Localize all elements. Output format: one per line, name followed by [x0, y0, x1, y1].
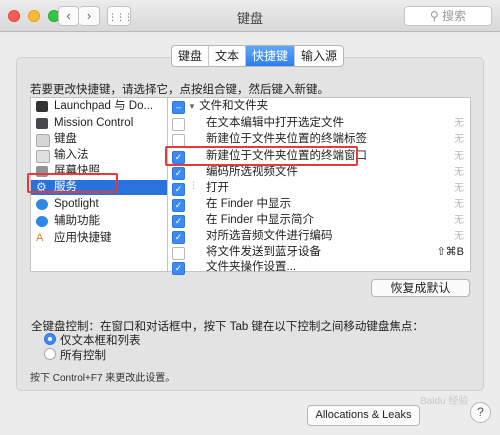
- highlight-box-services: [27, 173, 118, 193]
- disclosure-triangle-icon[interactable]: ▼: [188, 102, 196, 111]
- service-row[interactable]: ✓ 打开 无: [168, 181, 470, 196]
- tab-keyboard[interactable]: 键盘: [172, 46, 210, 66]
- service-checkbox[interactable]: ✓: [172, 167, 185, 180]
- magnifier-icon: ⚲: [429, 9, 439, 23]
- service-checkbox[interactable]: ✓: [172, 183, 185, 196]
- help-button[interactable]: ?: [470, 402, 491, 423]
- search-input[interactable]: ⚲ 搜索: [404, 6, 492, 26]
- category-label: 应用快捷键: [54, 232, 112, 244]
- radio-label: 所有控制: [60, 350, 106, 362]
- category-label: 辅助功能: [54, 215, 100, 227]
- service-checkbox[interactable]: ✓: [172, 231, 185, 244]
- service-checkbox[interactable]: [172, 118, 185, 131]
- service-checkbox[interactable]: [172, 247, 185, 260]
- shortcut-key[interactable]: 无: [454, 149, 464, 164]
- group-checkbox[interactable]: –: [172, 101, 185, 114]
- service-row[interactable]: 在文本编辑中打开选定文件 无: [168, 116, 470, 131]
- radio-label: 仅文本框和列表: [60, 335, 141, 347]
- shortcut-list: – ▼ 文件和文件夹 在文本编辑中打开选定文件 无 新建位于文件夹位置的终端标签…: [167, 97, 471, 275]
- radio-text-boxes-lists[interactable]: [44, 333, 56, 345]
- category-item-accessibility[interactable]: 辅助功能: [31, 214, 188, 229]
- shortcut-key[interactable]: 无: [454, 181, 464, 196]
- shortcut-key[interactable]: 无: [454, 213, 464, 228]
- service-checkbox[interactable]: ✓: [172, 215, 185, 228]
- split-view-divider[interactable]: ⋮: [189, 180, 198, 192]
- service-checkbox[interactable]: ✓: [172, 199, 185, 212]
- group-label: ▼ 文件和文件夹: [188, 99, 268, 114]
- tab-input-sources[interactable]: 输入源: [295, 46, 343, 66]
- watermark: Baidu 经验: [420, 396, 469, 407]
- service-label: 在 Finder 中显示简介: [206, 214, 314, 226]
- shortcut-key[interactable]: 无: [454, 197, 464, 212]
- service-row[interactable]: ✓ 文件夹操作设置...: [168, 260, 470, 275]
- spotlight-icon: [36, 199, 48, 210]
- tab-shortcuts[interactable]: 快捷键: [246, 46, 296, 66]
- service-row[interactable]: 将文件发送到蓝牙设备 ⇧⌘B: [168, 245, 470, 260]
- allocations-leaks-button[interactable]: Allocations & Leaks: [307, 405, 420, 426]
- category-label: 键盘: [54, 133, 77, 145]
- service-label: 编码所选视频文件: [206, 166, 298, 178]
- service-row[interactable]: ✓ 对所选音频文件进行编码 无: [168, 229, 470, 244]
- radio-all-controls[interactable]: [44, 348, 56, 360]
- shortcut-key[interactable]: 无: [454, 165, 464, 180]
- shortcut-key[interactable]: ⇧⌘B: [436, 245, 464, 260]
- keyboard-control-note: 按下 Control+F7 来更改此设置。: [30, 373, 176, 384]
- tab-bar: 键盘 文本 快捷键 输入源: [171, 45, 345, 67]
- category-label: Launchpad 与 Do...: [54, 100, 154, 112]
- shortcut-key[interactable]: 无: [454, 132, 464, 147]
- input-icon: [36, 150, 50, 163]
- shortcut-key[interactable]: 无: [454, 229, 464, 244]
- category-item-launchpad[interactable]: Launchpad 与 Do...: [31, 99, 188, 114]
- tab-text[interactable]: 文本: [209, 46, 247, 66]
- shortcut-key[interactable]: 无: [454, 116, 464, 131]
- service-checkbox[interactable]: ✓: [172, 262, 185, 275]
- app-shortcuts-icon: A: [36, 232, 44, 244]
- group-row-files-folders[interactable]: – ▼ 文件和文件夹: [168, 99, 470, 114]
- search-placeholder: 搜索: [442, 9, 467, 23]
- service-row[interactable]: 新建位于文件夹位置的终端标签 无: [168, 132, 470, 147]
- mission-control-icon: [36, 118, 48, 129]
- service-row[interactable]: ✓ 编码所选视频文件 无: [168, 165, 470, 180]
- service-row[interactable]: ✓ 在 Finder 中显示简介 无: [168, 213, 470, 228]
- service-label: 在文本编辑中打开选定文件: [206, 117, 344, 129]
- category-item-spotlight[interactable]: Spotlight: [31, 197, 188, 212]
- category-item-keyboard[interactable]: 键盘: [31, 132, 188, 147]
- category-item-app-shortcuts[interactable]: A 应用快捷键: [31, 231, 188, 246]
- accessibility-icon: [36, 216, 48, 227]
- category-label: Spotlight: [54, 198, 99, 210]
- service-label: 将文件发送到蓝牙设备: [206, 246, 321, 258]
- service-label: 在 Finder 中显示: [206, 198, 291, 210]
- keyboard-icon: [36, 134, 50, 147]
- category-item-mission-control[interactable]: Mission Control: [31, 116, 188, 131]
- group-label-text: 文件和文件夹: [199, 100, 269, 112]
- service-label: 打开: [206, 182, 229, 194]
- service-label: 对所选音频文件进行编码: [206, 230, 333, 242]
- launchpad-icon: [36, 101, 48, 112]
- highlight-box-terminal-window: [165, 146, 358, 166]
- service-row[interactable]: ✓ 在 Finder 中显示 无: [168, 197, 470, 212]
- service-label: 新建位于文件夹位置的终端标签: [206, 133, 367, 145]
- restore-defaults-button[interactable]: 恢复成默认: [371, 279, 470, 297]
- category-label: 输入法: [54, 149, 89, 161]
- service-label: 文件夹操作设置...: [206, 261, 297, 273]
- category-label: Mission Control: [54, 117, 134, 129]
- instruction-text: 若要更改快捷键，请选择它，点按组合键，然后键入新键。: [30, 84, 329, 96]
